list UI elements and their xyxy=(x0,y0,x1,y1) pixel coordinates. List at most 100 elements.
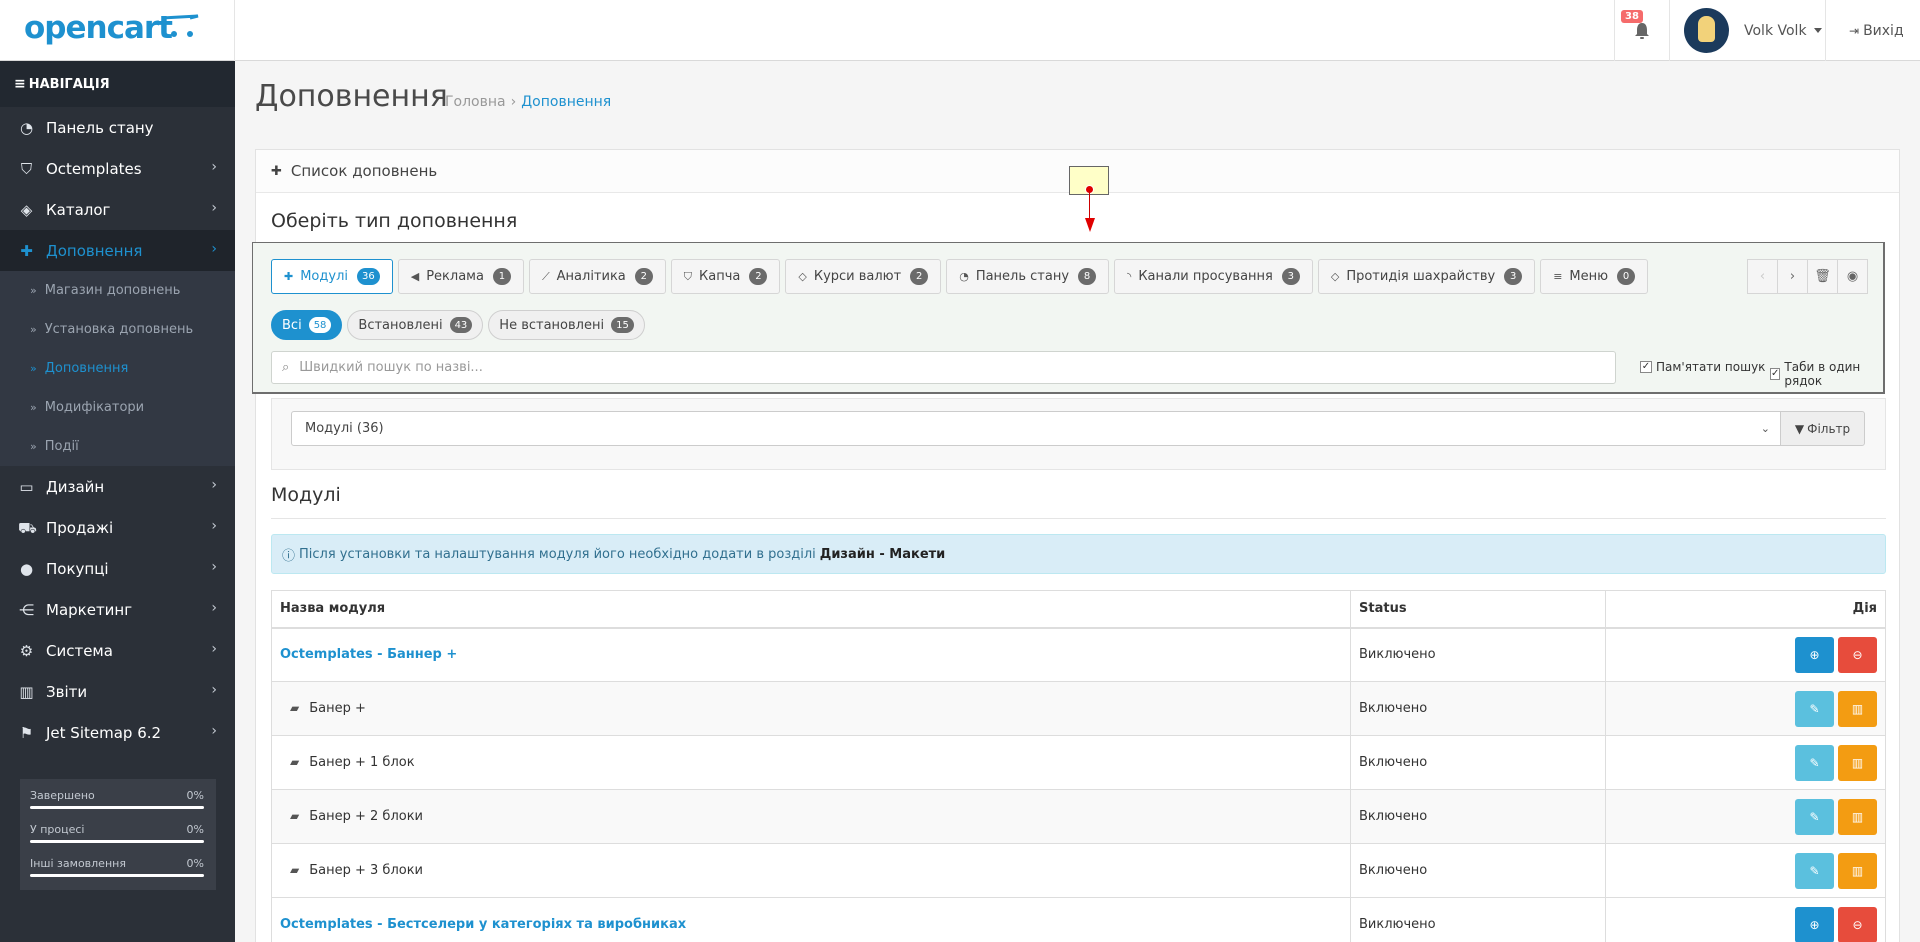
submenu-item-events[interactable]: » Події xyxy=(0,427,235,466)
sidebar-item-extensions[interactable]: ✚ Доповнення › xyxy=(0,230,235,271)
status-cell: Включено xyxy=(1350,843,1606,898)
breadcrumb-home[interactable]: Головна xyxy=(445,94,506,110)
scroll-left-button[interactable]: ‹ xyxy=(1747,259,1778,294)
pill-not-installed[interactable]: Не встановлені 15 xyxy=(488,310,645,340)
view-button[interactable]: ◉ xyxy=(1837,259,1868,294)
tab-label: Меню xyxy=(1569,269,1609,284)
submenu-item-extensions[interactable]: » Доповнення xyxy=(0,349,235,388)
delete-button[interactable]: ▥ xyxy=(1838,852,1877,889)
sidebar-item-marketing[interactable]: ⋲ Маркетинг › xyxy=(0,589,235,630)
module-link[interactable]: Octemplates - Баннер + xyxy=(280,647,457,662)
pill-all[interactable]: Всі 58 xyxy=(271,310,343,340)
tab-menu[interactable]: ≡ Меню 0 xyxy=(1540,259,1649,294)
rss-icon: ◝ xyxy=(1127,270,1132,283)
pill-installed[interactable]: Встановлені 43 xyxy=(347,310,484,340)
sidebar-item-jet-sitemap[interactable]: ⚑ Jet Sitemap 6.2 › xyxy=(0,712,235,753)
delete-button[interactable]: ▥ xyxy=(1838,798,1877,835)
pill-count-badge: 15 xyxy=(611,317,634,333)
remember-search-checkbox[interactable]: ✓ Пам'ятати пошук xyxy=(1640,360,1765,374)
filter-icon: ▼ xyxy=(1794,421,1805,436)
module-link[interactable]: Octemplates - Бестселери у категоріях та… xyxy=(280,917,686,932)
clear-button[interactable]: 🗑 xyxy=(1807,259,1838,294)
edit-button[interactable]: ✎ xyxy=(1795,690,1834,727)
tab-currency[interactable]: ◇ Курси валют 2 xyxy=(785,259,942,294)
table-row: ▰ Банер + Включено ✎ ▥ xyxy=(271,681,1886,736)
main-content: Доповнення Головна › Доповнення ✚ Список д… xyxy=(235,61,1920,942)
logout-label: Вихід xyxy=(1863,22,1904,39)
sidebar-item-label: Octemplates xyxy=(46,159,142,178)
tab-feeds[interactable]: ◝ Канали просування 3 xyxy=(1114,259,1313,294)
uninstall-button[interactable]: ⊖ xyxy=(1838,636,1877,673)
sidebar-item-dashboard[interactable]: ◔ Панель стану xyxy=(0,107,235,148)
nav-header[interactable]: ≡ НАВІГАЦІЯ xyxy=(0,61,235,107)
user-menu[interactable]: Volk Volk xyxy=(1669,0,1825,61)
logo[interactable]: opencart xyxy=(24,10,173,46)
pencil-icon: ✎ xyxy=(1809,809,1820,824)
filter-row: Модулі (36) ⌄ ▼ Фільтр xyxy=(271,398,1886,470)
breadcrumb-current[interactable]: Доповнення xyxy=(521,94,611,110)
trash-icon: 🗑 xyxy=(1814,269,1831,284)
sidebar-item-reports[interactable]: ▥ Звіти › xyxy=(0,671,235,712)
stat-label: Інші замовлення xyxy=(30,857,126,870)
edit-button[interactable]: ✎ xyxy=(1795,852,1834,889)
delete-button[interactable]: ▥ xyxy=(1838,744,1877,781)
sidebar-item-design[interactable]: ▭ Дизайн › xyxy=(0,466,235,507)
panel-title: Список доповнень xyxy=(290,162,438,180)
sidebar-item-label: Jet Sitemap 6.2 xyxy=(46,723,162,742)
shield-icon: ⛉ xyxy=(683,269,693,283)
checkbox-label: Пам'ятати пошук xyxy=(1656,360,1766,374)
eye-icon: ◉ xyxy=(1846,269,1859,284)
trash-icon: ▥ xyxy=(1851,755,1864,770)
tab-label: Реклама xyxy=(426,269,484,284)
delete-button[interactable]: ▥ xyxy=(1838,690,1877,727)
avatar[interactable] xyxy=(1684,8,1729,53)
sidebar-item-customers[interactable]: ● Покупці › xyxy=(0,548,235,589)
search-input[interactable] xyxy=(299,360,1580,375)
extension-type-select[interactable]: Модулі (36) ⌄ xyxy=(291,411,1781,446)
double-chevron-icon: » xyxy=(30,401,37,414)
logout-link[interactable]: ⇥ Вихід xyxy=(1825,0,1920,61)
submenu-item-installer[interactable]: » Установка доповнень xyxy=(0,310,235,349)
notifications-button[interactable]: 38 xyxy=(1614,0,1669,61)
edit-button[interactable]: ✎ xyxy=(1795,744,1834,781)
tab-analytics[interactable]: ⟋ Аналітика 2 xyxy=(528,259,666,294)
tab-captcha[interactable]: ⛉ Капча 2 xyxy=(670,259,781,294)
sidebar-item-catalog[interactable]: ◈ Каталог › xyxy=(0,189,235,230)
sidebar-item-label: Дизайн xyxy=(46,477,105,496)
user-name[interactable]: Volk Volk xyxy=(1744,23,1807,39)
filter-button[interactable]: ▼ Фільтр xyxy=(1780,411,1865,446)
pencil-icon: ✎ xyxy=(1809,863,1820,878)
sidebar-item-octemplates[interactable]: ⛉ Octemplates › xyxy=(0,148,235,189)
tabs-one-row-checkbox[interactable]: ✓ Таби в один рядок xyxy=(1770,360,1883,388)
sidebar-item-sales[interactable]: ⛟ Продажі › xyxy=(0,507,235,548)
tab-dashboard[interactable]: ◔ Панель стану 8 xyxy=(946,259,1110,294)
chevron-right-icon: › xyxy=(211,600,217,616)
edit-button[interactable]: ✎ xyxy=(1795,798,1834,835)
trash-icon: ▥ xyxy=(1851,809,1864,824)
checkbox-label: Таби в один рядок xyxy=(1784,360,1861,388)
double-chevron-icon: » xyxy=(30,440,37,453)
submenu-item-modifications[interactable]: » Модифікатори xyxy=(0,388,235,427)
tab-count-badge: 36 xyxy=(357,268,380,285)
tab-modules[interactable]: ✚ Модулі 36 xyxy=(271,259,393,294)
sidebar-item-label: Панель стану xyxy=(46,118,154,137)
pencil-icon: ✎ xyxy=(1809,755,1820,770)
bars-icon: ≡ xyxy=(14,76,26,92)
install-button[interactable]: ⊕ xyxy=(1795,636,1834,673)
progress-bar xyxy=(30,806,204,809)
tab-tools: ‹ › 🗑 ◉ xyxy=(1747,259,1868,294)
logo-container[interactable]: opencart xyxy=(0,0,235,61)
info-circle-icon: ⓘ xyxy=(282,548,296,564)
sidebar-item-system[interactable]: ⚙ Система › xyxy=(0,630,235,671)
scroll-right-button[interactable]: › xyxy=(1777,259,1808,294)
install-button[interactable]: ⊕ xyxy=(1795,906,1834,942)
quick-search: ⌕ xyxy=(271,351,1616,384)
tab-fraud[interactable]: ◇ Протидія шахрайству 3 xyxy=(1317,259,1536,294)
tab-label: Капча xyxy=(699,269,741,284)
uninstall-button[interactable]: ⊖ xyxy=(1838,906,1877,942)
submenu-item-marketplace[interactable]: » Магазин доповнень xyxy=(0,271,235,310)
tab-advertising[interactable]: ◀ Реклама 1 xyxy=(397,259,524,294)
pill-count-badge: 58 xyxy=(308,317,332,333)
cart-logo-icon xyxy=(161,14,199,37)
chevron-right-icon: › xyxy=(211,200,217,216)
